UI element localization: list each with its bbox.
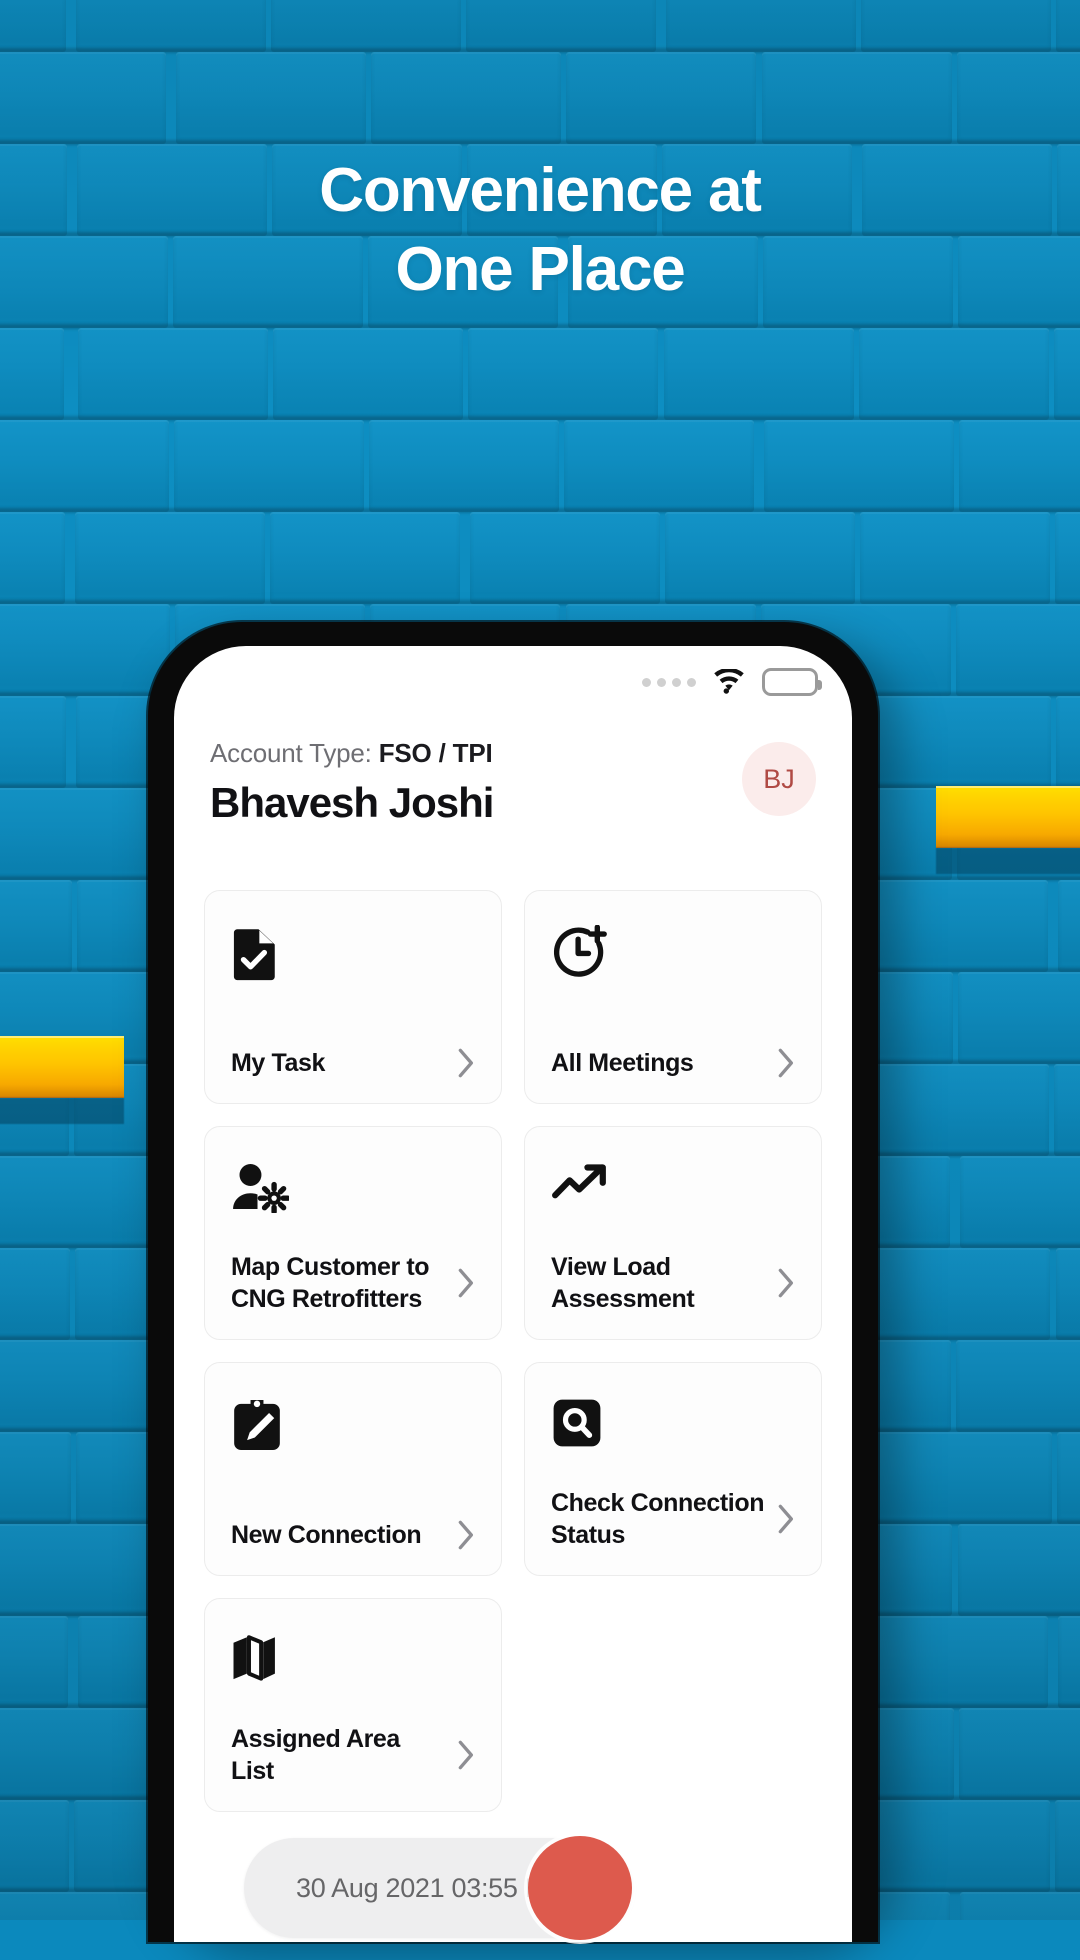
avatar-initials: BJ: [763, 763, 795, 794]
clipboard-pencil-icon: [231, 1397, 475, 1455]
status-bar: [642, 668, 822, 696]
menu-card-label: View Load Assessment: [551, 1253, 695, 1313]
menu-card-label: Assigned Area List: [231, 1725, 400, 1785]
chevron-right-icon[interactable]: [777, 1504, 795, 1534]
timestamp-text: 30 Aug 2021 03:55 PM: [296, 1872, 565, 1903]
menu-card-assigned-area-list[interactable]: Assigned Area List: [204, 1598, 502, 1812]
menu-card-my-task[interactable]: My Task: [204, 890, 502, 1104]
headline-line-1: Convenience at: [319, 156, 762, 225]
clock-plus-icon: [551, 925, 795, 983]
map-folded-icon: [231, 1633, 475, 1691]
chevron-right-icon[interactable]: [457, 1520, 475, 1550]
phone-mockup: Account Type: FSO / TPI Bhavesh Joshi BJ…: [148, 622, 878, 1942]
chevron-right-icon[interactable]: [457, 1740, 475, 1770]
timestamp-pill[interactable]: 30 Aug 2021 03:55 PM: [244, 1836, 634, 1940]
signal-dots-icon: [642, 677, 696, 687]
menu-card-view-load-assessment[interactable]: View Load Assessment: [524, 1126, 822, 1340]
person-gear-icon: [231, 1161, 475, 1219]
menu-card-label: My Task: [231, 1049, 326, 1077]
menu-card-map-customer-to-cng-retrofitters[interactable]: Map Customer to CNG Retrofitters: [204, 1126, 502, 1340]
menu-card-check-connection-status[interactable]: Check Connection Status: [524, 1362, 822, 1576]
menu-card-all-meetings[interactable]: All Meetings: [524, 890, 822, 1104]
promo-headline: Convenience at One Place: [0, 152, 1080, 309]
trending-up-icon: [551, 1161, 795, 1219]
avatar[interactable]: BJ: [742, 742, 816, 816]
headline-line-2: One Place: [395, 234, 685, 304]
account-type-value: FSO / TPI: [378, 738, 493, 768]
phone-screen: Account Type: FSO / TPI Bhavesh Joshi BJ…: [174, 646, 852, 1942]
menu-card-label: Map Customer to CNG Retrofitters: [231, 1253, 430, 1313]
menu-card-label: New Connection: [231, 1521, 422, 1549]
account-type-row: Account Type: FSO / TPI: [210, 738, 742, 769]
menu-grid: My Task All Meetings Map Customer to CNG R…: [204, 890, 822, 1812]
chevron-right-icon[interactable]: [457, 1048, 475, 1078]
document-check-icon: [231, 925, 475, 983]
menu-card-new-connection[interactable]: New Connection: [204, 1362, 502, 1576]
record-button[interactable]: [528, 1836, 632, 1940]
chevron-right-icon[interactable]: [457, 1268, 475, 1298]
search-box-icon: [551, 1397, 795, 1455]
account-header: Account Type: FSO / TPI Bhavesh Joshi BJ: [210, 738, 816, 827]
chevron-right-icon[interactable]: [777, 1268, 795, 1298]
battery-full-icon: [762, 668, 822, 696]
menu-card-label: All Meetings: [551, 1049, 694, 1077]
account-type-label: Account Type:: [210, 738, 372, 768]
menu-card-label: Check Connection Status: [551, 1489, 765, 1549]
yellow-bar-right: [936, 786, 1080, 874]
wifi-icon: [712, 669, 746, 695]
user-name: Bhavesh Joshi: [210, 779, 494, 826]
yellow-bar-left: [0, 1036, 124, 1124]
chevron-right-icon[interactable]: [777, 1048, 795, 1078]
